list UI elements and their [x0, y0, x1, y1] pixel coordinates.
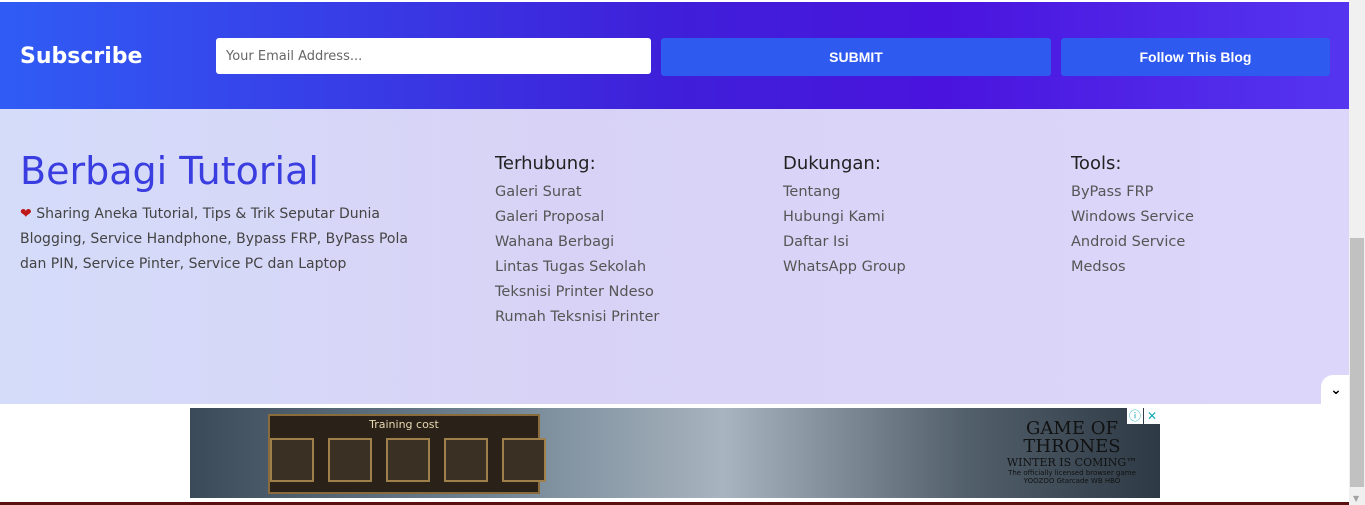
scroll-down-arrow-icon[interactable]: ▼ [1353, 494, 1359, 503]
footer-link[interactable]: Hubungi Kami [783, 205, 906, 230]
subscribe-bar: Subscribe SUBMIT Follow This Blog [0, 2, 1349, 109]
footer-link[interactable]: Tentang [783, 180, 906, 205]
footer-column-dukungan: Dukungan: Tentang Hubungi Kami Daftar Is… [783, 153, 906, 280]
email-input[interactable] [216, 38, 651, 74]
ad-banner[interactable]: Training cost GAME OF THRONES WINTER IS … [190, 408, 1160, 498]
heart-icon: ❤ [20, 206, 32, 222]
subscribe-title: Subscribe [20, 44, 143, 69]
footer-link[interactable]: Wahana Berbagi [495, 230, 659, 255]
footer: Berbagi Tutorial ❤ Sharing Aneka Tutoria… [0, 109, 1349, 404]
info-icon[interactable]: ⓘ [1127, 408, 1143, 424]
column-title: Terhubung: [495, 153, 596, 174]
ad-tagline: WINTER IS COMING™ [1006, 456, 1138, 469]
ad-subline: The officially licensed browser game [1008, 469, 1136, 477]
brand-title: Berbagi Tutorial [20, 149, 319, 193]
ad-sponsors: YOOZOO Gtarcade WB HBO [1023, 477, 1121, 485]
brand-description: ❤ Sharing Aneka Tutorial, Tips & Trik Se… [20, 202, 420, 277]
follow-blog-button[interactable]: Follow This Blog [1061, 38, 1330, 76]
footer-column-tools: Tools: ByPass FRP Windows Service Androi… [1071, 153, 1194, 280]
footer-link[interactable]: Android Service [1071, 230, 1194, 255]
footer-link[interactable]: WhatsApp Group [783, 255, 906, 280]
close-icon[interactable]: ✕ [1144, 408, 1160, 424]
chevron-down-icon[interactable]: ⌄ [1321, 375, 1351, 405]
footer-link[interactable]: ByPass FRP [1071, 180, 1194, 205]
footer-link[interactable]: Medsos [1071, 255, 1194, 280]
item-slot [270, 438, 314, 482]
ad-brand: GAME OF THRONES WINTER IS COMING™ The of… [992, 420, 1152, 486]
footer-link[interactable]: Galeri Surat [495, 180, 659, 205]
footer-link[interactable]: Daftar Isi [783, 230, 906, 255]
footer-link[interactable]: Teksnisi Printer Ndeso [495, 280, 659, 305]
scrollbar[interactable]: ▼ [1349, 0, 1365, 505]
column-title: Tools: [1071, 153, 1122, 174]
footer-link[interactable]: Galeri Proposal [495, 205, 659, 230]
item-slot [502, 438, 546, 482]
item-slot [386, 438, 430, 482]
ad-panel-title: Training cost [369, 418, 439, 431]
footer-column-terhubung: Terhubung: Galeri Surat Galeri Proposal … [495, 153, 659, 330]
item-slot [328, 438, 372, 482]
submit-button[interactable]: SUBMIT [661, 38, 1051, 76]
item-slot [444, 438, 488, 482]
scrollbar-thumb[interactable] [1350, 238, 1364, 487]
ad-brand-line: THRONES [1023, 436, 1121, 457]
footer-link[interactable]: Rumah Teksnisi Printer [495, 305, 659, 330]
footer-link[interactable]: Windows Service [1071, 205, 1194, 230]
description-text: Sharing Aneka Tutorial, Tips & Trik Sepu… [20, 206, 408, 272]
column-title: Dukungan: [783, 153, 881, 174]
footer-link[interactable]: Lintas Tugas Sekolah [495, 255, 659, 280]
